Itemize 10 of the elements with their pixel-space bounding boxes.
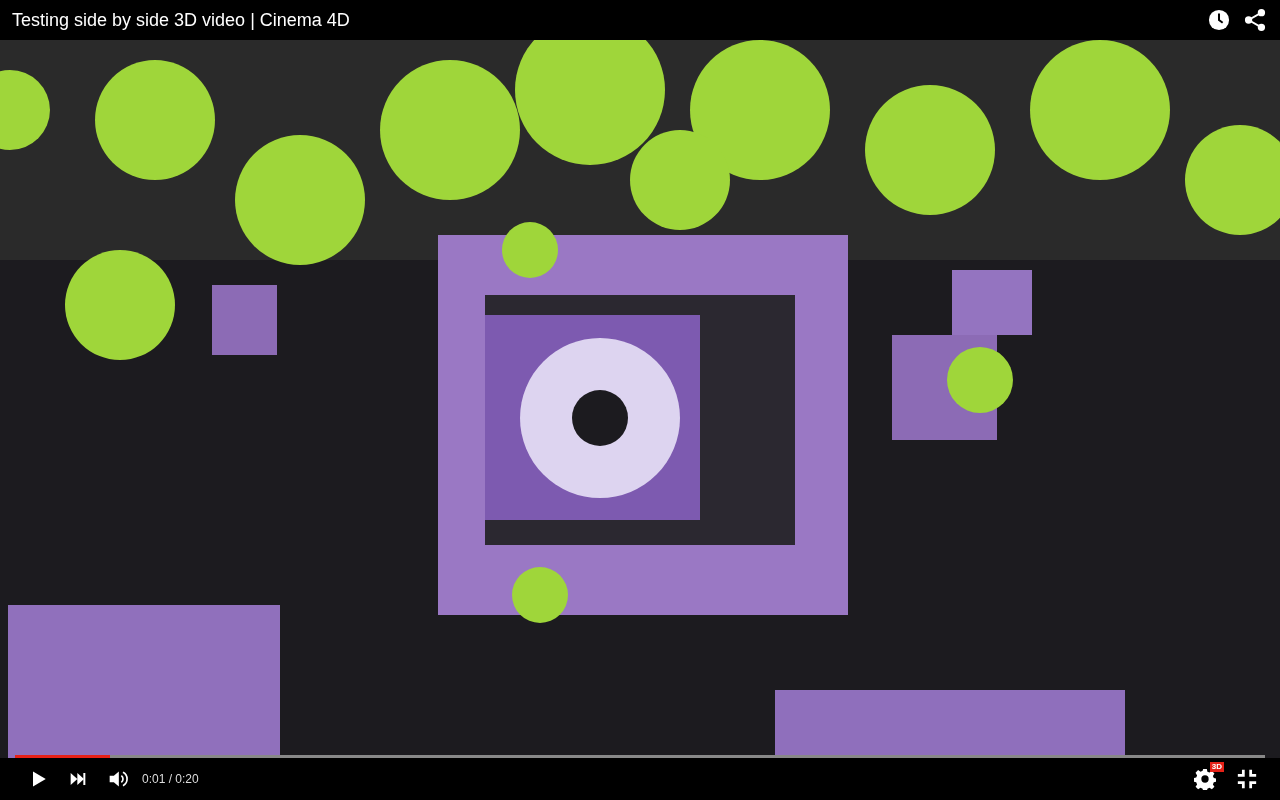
share-icon[interactable] (1244, 9, 1266, 31)
exit-fullscreen-icon[interactable] (1236, 768, 1258, 790)
settings-badge: 3D (1209, 762, 1224, 772)
volume-icon[interactable] (108, 769, 128, 789)
video-title[interactable]: Testing side by side 3D video | Cinema 4D (12, 9, 350, 31)
clock-icon[interactable] (1208, 9, 1230, 31)
play-icon[interactable] (30, 770, 48, 788)
next-icon[interactable] (68, 771, 88, 787)
settings-icon[interactable] (1194, 768, 1216, 790)
time-display: 0:01 / 0:20 (142, 772, 199, 786)
